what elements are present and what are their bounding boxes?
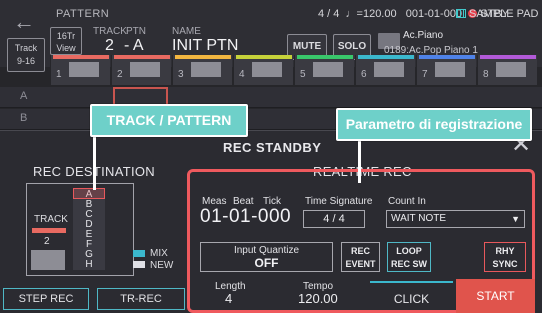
selected-pattern-highlight xyxy=(73,188,105,199)
track-color-bar xyxy=(53,55,109,59)
rec-standby-dialog: REC STANDBY ✕ REC DESTINATION REALTIME R… xyxy=(0,130,542,313)
time-signature-readout: 4 / 4 xyxy=(318,8,340,20)
track-color-bar xyxy=(32,228,66,233)
loop-rec-sw-button[interactable]: LOOP REC SW xyxy=(387,242,431,272)
track-pattern-callout: TRACK / PATTERN xyxy=(90,104,248,137)
track-color-bar xyxy=(175,55,231,59)
track-color-bar xyxy=(114,55,170,59)
track-range-label: Track 9-16 xyxy=(14,43,38,66)
16track-view-label: 16Tr View xyxy=(56,31,76,53)
piano-track-icon xyxy=(69,62,99,77)
track-cell-4[interactable]: 4 xyxy=(233,55,293,85)
step-rec-button[interactable]: STEP REC xyxy=(3,288,89,310)
back-arrow-icon[interactable]: ← xyxy=(6,9,42,35)
16track-view-button[interactable]: 16Tr View xyxy=(50,27,82,55)
piano-track-icon xyxy=(496,62,526,77)
mix-label[interactable]: MIX xyxy=(150,248,168,259)
piano-track-icon xyxy=(313,62,343,77)
track-cell-2[interactable]: 2 xyxy=(111,55,171,85)
new-label[interactable]: NEW xyxy=(150,260,173,271)
piano-track-icon xyxy=(191,62,221,77)
tempo-readout: ♩=120.00 xyxy=(345,8,397,20)
count-in-label: Count In xyxy=(388,196,426,207)
track-color-bar xyxy=(297,55,353,59)
track-cell-3[interactable]: 3 xyxy=(172,55,232,85)
track-value: 2 xyxy=(105,37,114,54)
pattern-row-a[interactable]: A xyxy=(0,87,542,108)
pattern-list[interactable]: ABCDEFGH xyxy=(73,189,105,270)
track-number: 2 xyxy=(117,69,123,80)
pattern-item-h[interactable]: H xyxy=(73,259,105,270)
sample-pad-button[interactable]: SAMPLE PAD xyxy=(456,8,539,20)
track-number: 8 xyxy=(483,69,489,80)
start-button[interactable]: START xyxy=(456,279,535,313)
piano-track-icon xyxy=(130,62,160,77)
pattern-value: - A xyxy=(124,37,144,54)
callout-pointer xyxy=(358,141,361,183)
ptn-label: PTN xyxy=(126,26,146,37)
track-label: TRACK xyxy=(93,26,127,37)
track-cell-6[interactable]: 6 xyxy=(355,55,415,85)
sample-pad-label: SAMPLE PAD xyxy=(469,8,539,20)
piano-track-icon xyxy=(374,62,404,77)
track-cell-8[interactable]: 8 xyxy=(477,55,537,85)
count-in-select[interactable]: WAIT NOTE ▼ xyxy=(386,210,525,228)
track-number: 6 xyxy=(361,69,367,80)
rec-parameter-callout: Parametro di registrazione xyxy=(336,108,532,141)
tone-name[interactable]: Ac.Piano xyxy=(403,30,443,41)
track-number: 3 xyxy=(178,69,184,80)
track-number: 7 xyxy=(422,69,428,80)
tr-rec-button[interactable]: TR-REC xyxy=(97,288,185,310)
dropdown-arrow-icon: ▼ xyxy=(511,214,520,224)
track-color-bar xyxy=(419,55,475,59)
track-cell-7[interactable]: 7 xyxy=(416,55,476,85)
start-position-value[interactable]: 01-01-000 xyxy=(200,206,291,228)
callout-pointer xyxy=(93,137,96,190)
position-readout: 001-01-000 xyxy=(405,8,463,20)
dest-track-label: TRACK xyxy=(34,214,68,225)
track-color-bar xyxy=(480,55,536,59)
input-quantize-field[interactable]: Input Quantize OFF xyxy=(200,242,333,272)
track-cell-5[interactable]: 5 xyxy=(294,55,354,85)
dialog-title: REC STANDBY xyxy=(223,140,322,155)
track-cell-1[interactable]: 1 xyxy=(50,55,110,85)
rec-destination-selector[interactable]: TRACK 2 ABCDEFGH xyxy=(26,183,134,276)
track-number: 4 xyxy=(239,69,245,80)
track-color-bar xyxy=(236,55,292,59)
input-quantize-value: OFF xyxy=(254,256,279,270)
track-color-bar xyxy=(358,55,414,59)
click-button[interactable]: CLICK xyxy=(370,281,453,310)
length-value[interactable]: 4 xyxy=(225,291,232,306)
piano-track-icon xyxy=(435,62,465,77)
name-label: NAME xyxy=(172,26,201,37)
tempo-value[interactable]: 120.00 xyxy=(298,291,338,306)
realtime-rec-panel: Meas Beat Tick 01-01-000 Time Signature … xyxy=(187,169,535,313)
track-number: 1 xyxy=(56,69,62,80)
piano-track-icon xyxy=(31,250,65,270)
track-number: 5 xyxy=(300,69,306,80)
time-signature-label: Time Signature xyxy=(305,196,373,207)
sample-pad-icon xyxy=(456,9,466,18)
mix-indicator-icon xyxy=(133,250,145,257)
pattern-name[interactable]: INIT PTN xyxy=(172,37,238,55)
input-quantize-label: Input Quantize xyxy=(233,245,300,256)
new-indicator-icon xyxy=(133,261,145,268)
row-label: B xyxy=(20,112,28,124)
sequencer-screen: ← PATTERN 4 / 4 ♩=120.00 001-01-000 STBY… xyxy=(0,0,542,313)
row-label: A xyxy=(20,90,28,102)
piano-track-icon xyxy=(252,62,282,77)
track-range-button[interactable]: Track 9-16 xyxy=(7,38,45,72)
time-signature-field[interactable]: 4 / 4 xyxy=(303,210,365,228)
dest-track-number: 2 xyxy=(44,236,50,247)
rhy-sync-button[interactable]: RHY SYNC xyxy=(484,242,526,272)
mode-title: PATTERN xyxy=(56,8,110,20)
count-in-value: WAIT NOTE xyxy=(391,213,446,224)
rec-event-button[interactable]: REC EVENT xyxy=(341,242,380,272)
